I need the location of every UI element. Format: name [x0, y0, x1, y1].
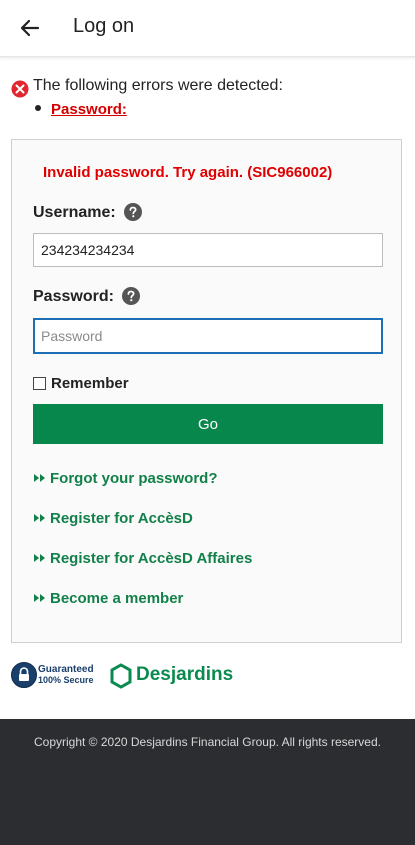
link-label[interactable]: Become a member: [50, 590, 183, 607]
copyright-text: Copyright © 2020 Desjardins Financial Gr…: [33, 735, 381, 749]
link-label[interactable]: Register for AccèsD: [50, 510, 193, 527]
password-input[interactable]: [33, 318, 383, 354]
remember-label[interactable]: Remember: [51, 375, 129, 392]
password-label: Password:: [33, 288, 114, 306]
lock-icon: [11, 662, 37, 688]
error-link-password[interactable]: Password:: [51, 101, 127, 118]
error-x-icon: [11, 80, 29, 98]
username-label: Username:: [33, 204, 116, 222]
security-guarantee-badge[interactable]: Guaranteed 100% Secure: [11, 660, 101, 690]
link-become-member[interactable]: Become a member: [33, 590, 183, 607]
go-button[interactable]: Go: [33, 404, 383, 444]
password-label-row: Password:: [33, 287, 141, 306]
badge-line-1: Guaranteed: [38, 664, 94, 675]
double-chevron-right-icon: [34, 594, 45, 603]
help-icon[interactable]: [122, 287, 141, 305]
remember-row: Remember: [33, 375, 129, 392]
bullet: [35, 105, 41, 112]
footer: Copyright © 2020 Desjardins Financial Gr…: [0, 719, 415, 845]
link-register-accesd-affaires[interactable]: Register for AccèsD Affaires: [33, 550, 252, 567]
username-label-row: Username:: [33, 203, 143, 222]
arrow-left-icon: [20, 19, 40, 37]
invalid-password-message: Invalid password. Try again. (SIC966002): [43, 164, 333, 181]
brand-name: Desjardins: [136, 664, 234, 685]
back-button[interactable]: [14, 12, 46, 44]
trust-badges: Guaranteed 100% Secure Desjardins: [11, 660, 406, 692]
link-forgot-password[interactable]: Forgot your password?: [33, 470, 218, 487]
double-chevron-right-icon: [34, 514, 45, 523]
login-panel: Invalid password. Try again. (SIC966002)…: [11, 139, 402, 643]
error-list-item: Password:: [35, 101, 127, 118]
error-summary-title: The following errors were detected:: [33, 77, 283, 94]
remember-checkbox[interactable]: [33, 376, 46, 390]
double-chevron-right-icon: [34, 554, 45, 563]
double-chevron-right-icon: [34, 474, 45, 483]
link-register-accesd[interactable]: Register for AccèsD: [33, 510, 193, 527]
help-icon[interactable]: [124, 203, 143, 221]
link-label[interactable]: Register for AccèsD Affaires: [50, 550, 252, 567]
desjardins-hexagon-icon: [110, 663, 132, 689]
app-bar: Log on: [0, 0, 415, 57]
page-title: Log on: [73, 15, 135, 37]
badge-line-2: 100% Secure: [38, 675, 94, 685]
username-input[interactable]: [33, 233, 383, 267]
link-label[interactable]: Forgot your password?: [50, 470, 218, 487]
